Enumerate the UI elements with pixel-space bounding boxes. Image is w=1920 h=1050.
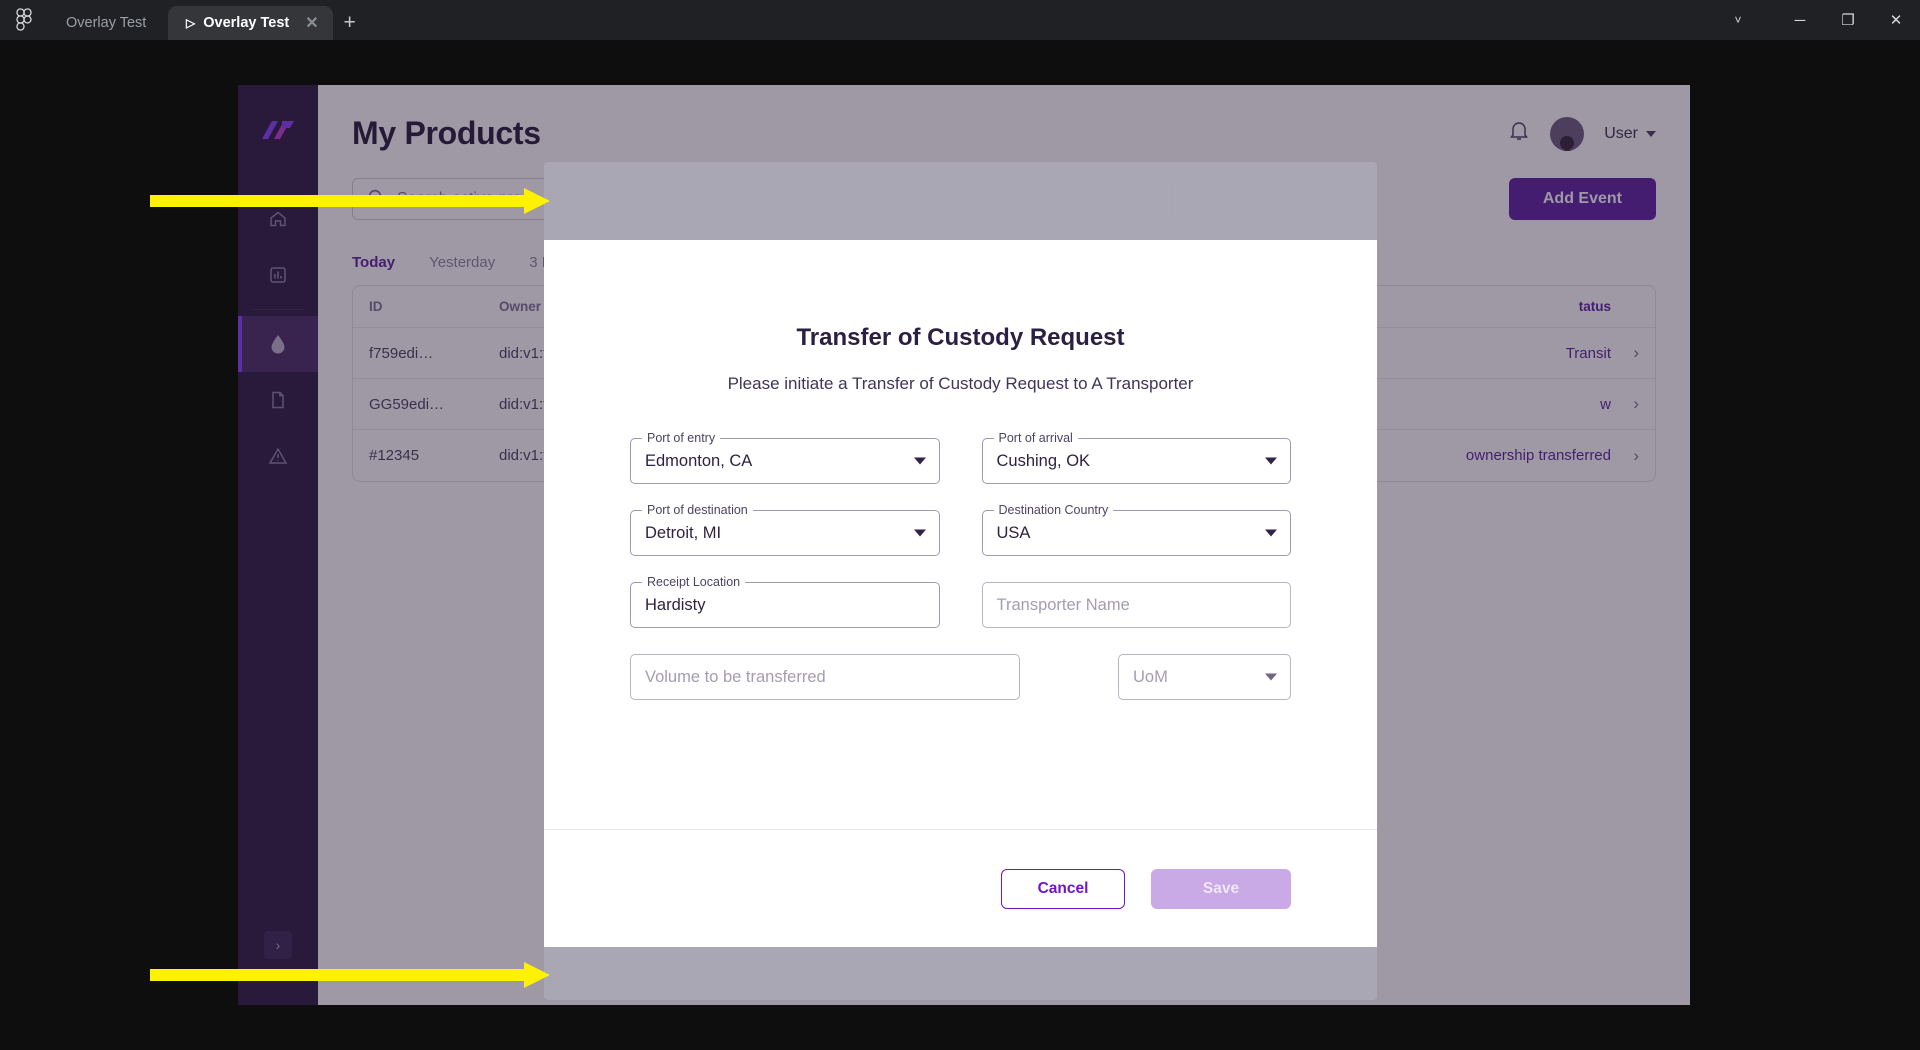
browser-tab-2-label: Overlay Test	[203, 15, 290, 31]
chevron-down-icon	[1265, 673, 1277, 681]
destination-country-value: USA	[996, 523, 1031, 542]
modal-footer: Cancel Save	[544, 829, 1377, 947]
port-of-entry-select[interactable]: Port of entry Edmonton, CA	[630, 431, 940, 484]
maximize-button[interactable]: ❐	[1824, 0, 1872, 40]
chevron-down-icon	[1265, 457, 1277, 465]
port-of-arrival-value: Cushing, OK	[996, 451, 1091, 470]
new-tab-button[interactable]: +	[333, 6, 367, 40]
chevron-down-icon[interactable]: ˅	[1714, 0, 1762, 40]
save-button: Save	[1151, 868, 1291, 909]
browser-chrome: Overlay Test ▷ Overlay Test ✕ + ˅ ─ ❐ ✕	[0, 0, 1920, 40]
port-of-entry-label: Port of entry	[642, 431, 721, 445]
browser-tab-2[interactable]: ▷ Overlay Test ✕	[168, 6, 333, 40]
uom-placeholder: UoM	[1133, 667, 1168, 686]
play-icon: ▷	[186, 16, 196, 30]
viewport: › My Products User Add Event Today Yeste…	[0, 40, 1920, 1050]
transporter-name-placeholder: Transporter Name	[996, 595, 1130, 614]
minimize-button[interactable]: ─	[1776, 0, 1824, 40]
chevron-down-icon	[913, 529, 926, 537]
top-arrow	[150, 188, 550, 214]
window-controls: ˅ ─ ❐ ✕	[1714, 0, 1920, 40]
chevron-down-icon	[913, 457, 926, 465]
destination-country-label: Destination Country	[993, 503, 1114, 517]
close-icon[interactable]: ✕	[305, 13, 318, 33]
modal-subtitle: Please initiate a Transfer of Custody Re…	[727, 374, 1194, 393]
destination-country-select[interactable]: Destination Country USA	[981, 503, 1291, 556]
chevron-down-icon	[1265, 529, 1277, 537]
transporter-name-input[interactable]: Transporter Name	[981, 582, 1291, 628]
receipt-location-value: Hardisty	[645, 595, 706, 614]
transfer-form: Port of entry Edmonton, CA Port of arriv…	[630, 431, 1291, 700]
port-of-destination-label: Port of destination	[642, 503, 753, 517]
browser-tab-1[interactable]: Overlay Test	[48, 6, 168, 40]
transfer-custody-modal: Transfer of Custody Request Please initi…	[544, 240, 1377, 947]
receipt-location-input[interactable]: Receipt Location Hardisty	[630, 575, 940, 628]
receipt-location-label: Receipt Location	[642, 575, 746, 589]
browser-tab-1-label: Overlay Test	[66, 15, 147, 31]
volume-input[interactable]: Volume to be transferred	[630, 654, 1020, 700]
port-of-arrival-select[interactable]: Port of arrival Cushing, OK	[981, 431, 1291, 484]
volume-placeholder: Volume to be transferred	[645, 667, 826, 686]
figma-icon[interactable]	[0, 0, 48, 40]
port-of-destination-select[interactable]: Port of destination Detroit, MI	[630, 503, 940, 556]
cancel-button[interactable]: Cancel	[1001, 868, 1125, 909]
bottom-arrow	[150, 962, 550, 988]
close-window-button[interactable]: ✕	[1872, 0, 1920, 40]
port-of-entry-value: Edmonton, CA	[645, 451, 753, 470]
uom-select[interactable]: UoM	[1118, 654, 1291, 700]
modal-title: Transfer of Custody Request	[796, 324, 1125, 351]
port-of-arrival-label: Port of arrival	[993, 431, 1078, 445]
port-of-destination-value: Detroit, MI	[645, 523, 722, 542]
